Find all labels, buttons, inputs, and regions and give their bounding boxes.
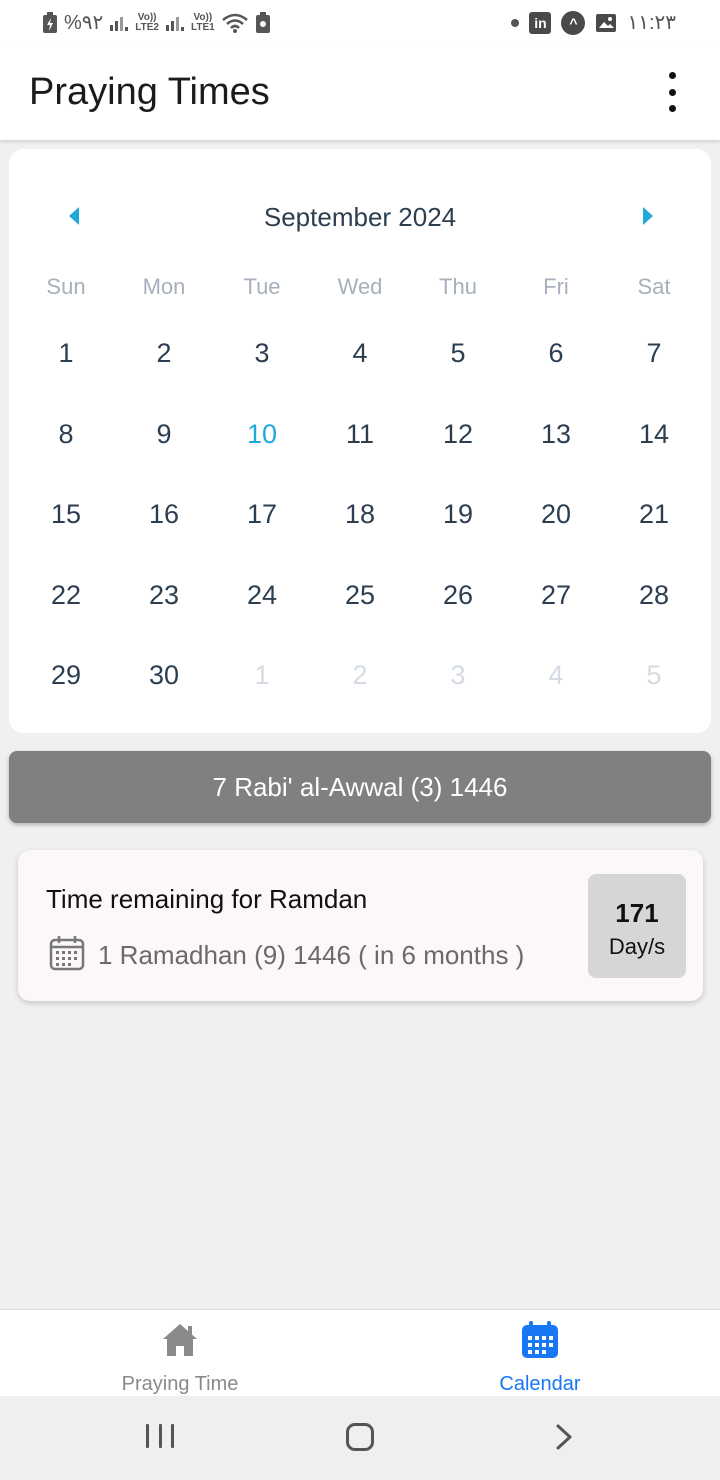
recent-bar [158,1424,162,1448]
day-cell[interactable]: 29 [17,655,115,736]
day-cell[interactable]: 25 [311,575,409,656]
day-cell-next-month[interactable]: 3 [409,655,507,736]
nav-item-calendar[interactable]: Calendar [360,1310,720,1397]
day-cell-next-month[interactable]: 4 [507,655,605,736]
weekday-label: Sat [637,274,671,299]
days-remaining-unit: Day/s [608,934,666,959]
weekday-label: Mon [142,274,186,299]
day-cell[interactable]: 11 [311,414,409,495]
nav-item-praying-time[interactable]: Praying Time [0,1310,360,1397]
day-cell[interactable]: 27 [507,575,605,656]
days-remaining-count: 171 [615,898,659,928]
weekday-label: Fri [543,274,569,299]
day-grid: 1 2 3 4 5 6 7 8 9 10 11 12 13 14 15 16 17 18 19 20 21 22 23 24 2… [17,333,703,736]
day-cell[interactable]: 1 [17,333,115,414]
app-bar: Praying Times [0,44,720,140]
day-cell[interactable]: 14 [605,414,703,495]
ramadan-date: 1 Ramadhan (9) 1446 ( in 6 months ) [98,940,525,970]
calendar-icon [520,1320,560,1360]
weekday-label: Wed [337,274,383,299]
ramadan-card-title: Time remaining for Ramdan [46,884,368,914]
day-cell[interactable]: 17 [213,494,311,575]
day-cell[interactable]: 26 [409,575,507,656]
day-cell[interactable]: 6 [507,333,605,414]
status-left: %٩٢ Vo)) LTE2 Vo)) LTE1 [42,10,271,35]
day-cell[interactable]: 13 [507,414,605,495]
battery-charging-icon [42,11,58,34]
chevron-right-icon[interactable] [643,207,653,225]
day-cell[interactable]: 15 [17,494,115,575]
weekday-label: Sun [46,274,86,299]
bottom-navigation: Praying Time Calendar [0,1309,720,1396]
home-icon [160,1320,200,1360]
day-cell[interactable]: 10 [213,414,311,495]
signal-icon [165,13,185,33]
menu-dot [668,105,676,112]
recent-bar [146,1424,149,1448]
home-button-icon[interactable] [346,1423,374,1451]
month-label: September 2024 [263,202,457,232]
day-cell[interactable]: 18 [311,494,409,575]
day-cell[interactable]: 7 [605,333,703,414]
day-cell[interactable]: 3 [213,333,311,414]
days-remaining-badge: 171 Day/s [588,874,686,978]
calendar-header: September 2024 [9,199,711,239]
app-notification-icon: ^ [561,10,586,35]
weekday-label: Thu [439,274,477,299]
day-cell[interactable]: 20 [507,494,605,575]
system-navigation-bar [0,1396,720,1480]
day-cell-next-month[interactable]: 1 [213,655,311,736]
day-cell[interactable]: 2 [115,333,213,414]
hijri-date-bar[interactable]: 7 Rabi' al-Awwal (3) 1446 [9,751,711,823]
clock: ١١:٢٣ [627,12,676,34]
recent-bar [171,1424,174,1448]
day-cell[interactable]: 5 [409,333,507,414]
day-cell[interactable]: 30 [115,655,213,736]
day-cell[interactable]: 19 [409,494,507,575]
calendar-card: September 2024 Sun Mon Tue Wed Thu Fri Sat 123… [9,149,711,733]
lte1-label: LTE1 [191,21,215,33]
day-cell-next-month[interactable]: 2 [311,655,409,736]
day-cell[interactable]: 22 [17,575,115,656]
day-cell[interactable]: 8 [17,414,115,495]
recent-apps-icon[interactable] [146,1424,174,1448]
more-vert-icon[interactable] [660,72,684,112]
lte2-indicator: Vo)) LTE2 [135,12,159,33]
menu-dot [668,72,676,79]
recycle-battery-icon [255,11,271,34]
lte2-label: LTE2 [135,21,159,33]
battery-percent: %٩٢ [64,12,104,34]
weekday-label: Tue [243,274,281,299]
lte1-indicator: Vo)) LTE1 [191,12,215,33]
signal-icon [109,13,129,33]
menu-dot [668,88,676,96]
day-cell[interactable]: 16 [115,494,213,575]
ramadan-countdown-card[interactable]: Time remaining for Ramdan 1 Ramadhan (9)… [18,850,703,1001]
day-cell[interactable]: 12 [409,414,507,495]
day-cell[interactable]: 4 [311,333,409,414]
app-title: Praying Times [29,71,270,113]
nav-label-praying-time: Praying Time [121,1373,239,1395]
day-cell[interactable]: 21 [605,494,703,575]
weekday-row: Sun Mon Tue Wed Thu Fri Sat [17,274,703,300]
notification-dot-icon [511,18,520,27]
day-cell[interactable]: 9 [115,414,213,495]
day-cell[interactable]: 23 [115,575,213,656]
calendar-icon [48,934,86,972]
day-cell[interactable]: 28 [605,575,703,656]
status-right: in ^ ١١:٢٣ [511,10,676,35]
nav-label-calendar: Calendar [499,1373,581,1395]
status-bar: %٩٢ Vo)) LTE2 Vo)) LTE1 in ^ ١١:٢٣ [0,0,720,44]
day-cell[interactable]: 24 [213,575,311,656]
day-cell-next-month[interactable]: 5 [605,655,703,736]
back-chevron-icon[interactable] [550,1423,578,1451]
linkedin-icon: in [529,11,552,34]
wifi-icon [221,12,249,34]
image-icon [595,13,617,33]
